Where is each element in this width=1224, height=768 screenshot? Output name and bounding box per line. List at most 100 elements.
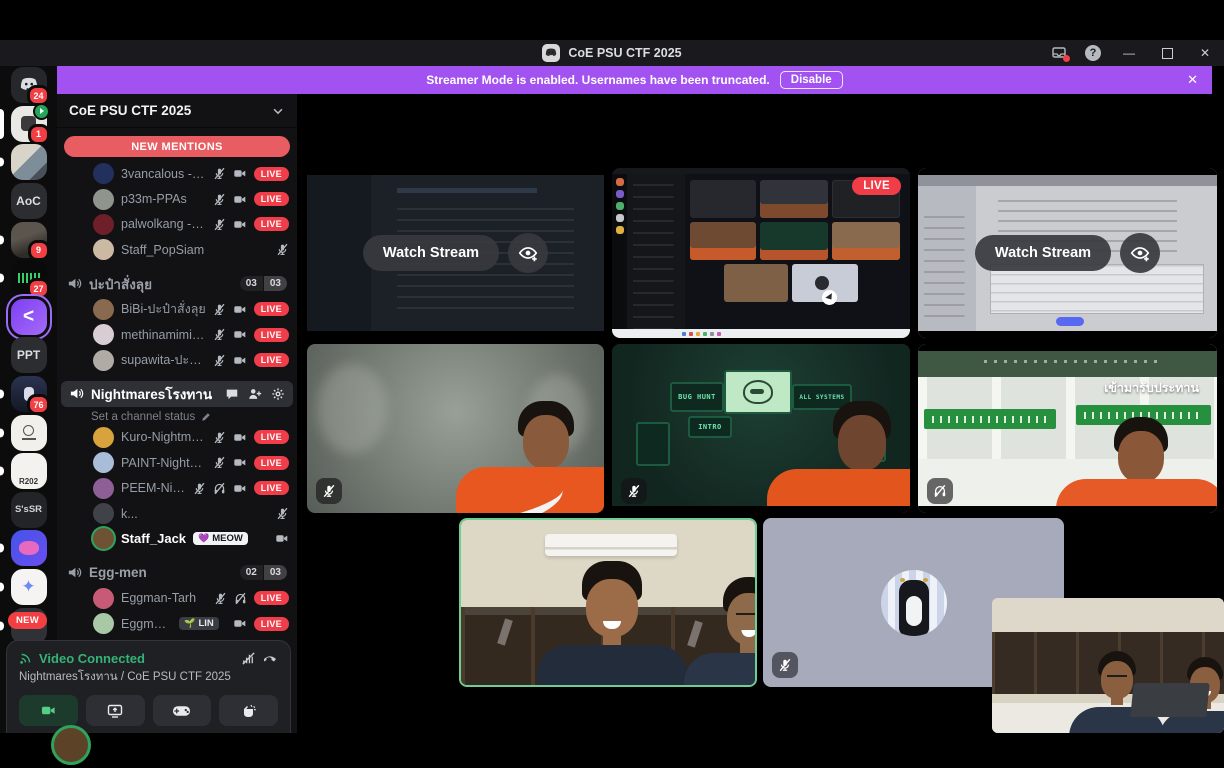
server-item-r202[interactable]: R202 — [0, 452, 57, 491]
server-item-ssr[interactable]: S'sSR — [0, 491, 57, 530]
voice-member-row[interactable]: Kuro-Nightmares... LIVE — [57, 425, 297, 450]
help-icon[interactable]: ? — [1076, 40, 1110, 66]
server-item-aoc[interactable]: AoC — [0, 182, 57, 221]
server-item-purple-k[interactable]: < — [0, 298, 57, 337]
unread-dot — [0, 583, 4, 592]
preview-stream-icon[interactable] — [1120, 233, 1160, 273]
screen-share-button[interactable] — [86, 695, 145, 726]
server-item-coe-psu-ctf[interactable]: 1 — [0, 105, 57, 144]
voice-member-row[interactable]: Eggmen-Pluem 🌱LIN LIVE — [57, 611, 297, 636]
server-item-home[interactable]: 24 — [0, 66, 57, 105]
server-item-doodle[interactable] — [0, 413, 57, 452]
server-item-pixel[interactable]: 27 — [0, 259, 57, 298]
voice-member-row[interactable]: palwolkang - PPAs LIVE — [57, 212, 297, 237]
stream-tile-live-share[interactable]: LIVE — [612, 168, 910, 338]
avatar — [93, 613, 114, 634]
stream-tile-dark-share[interactable]: Watch Stream — [307, 168, 604, 338]
member-name: Eggmen-Pluem — [121, 617, 172, 631]
channel-name: Nightmaresโรงทาน — [91, 383, 218, 405]
soundboard-button[interactable] — [219, 695, 278, 726]
member-name: Kuro-Nightmares... — [121, 430, 206, 444]
new-mentions-pill[interactable]: NEW MENTIONS — [64, 136, 290, 157]
unread-badge: 27 — [27, 278, 49, 299]
voice-member-row[interactable]: methinamimi - ปะ... LIVE — [57, 322, 297, 347]
close-button[interactable]: ✕ — [1186, 40, 1224, 66]
live-badge: LIVE — [254, 430, 289, 444]
inbox-notification-dot — [1063, 55, 1070, 62]
avatar — [93, 452, 114, 473]
server-item-photos[interactable] — [0, 143, 57, 182]
pencil-icon — [201, 412, 211, 422]
channel-user-count: 0203 — [240, 565, 287, 580]
laptop — [1130, 683, 1210, 717]
camera-tile-member-1[interactable] — [307, 344, 604, 513]
server-header[interactable]: CoE PSU CTF 2025 — [57, 94, 297, 128]
mic-muted-badge — [621, 478, 647, 504]
mic-muted-icon — [213, 193, 226, 206]
mic-muted-icon — [213, 431, 226, 444]
member-name: PEEM-Nightm... — [121, 481, 186, 495]
voice-status-panel: Video Connected Nightmaresโรงทาน / CoE P… — [6, 640, 291, 733]
activities-button[interactable] — [153, 695, 212, 726]
voice-member-row[interactable]: Eggman-Tarh LIVE — [57, 586, 297, 611]
member-name: k... — [121, 507, 269, 521]
member-name: Staff_Jack — [121, 531, 186, 546]
voice-channel-nightmares[interactable]: Nightmaresโรงทาน — [61, 381, 293, 407]
chevron-down-icon — [271, 104, 285, 118]
voice-member-row[interactable]: BiBi-ปะป๋าสั่งลุย LIVE — [57, 297, 297, 322]
banner-message: Streamer Mode is enabled. Usernames have… — [426, 73, 769, 87]
watch-stream-button[interactable]: Watch Stream — [363, 235, 499, 271]
disconnect-icon[interactable] — [262, 650, 278, 666]
cat-avatar — [881, 570, 947, 636]
streaming-indicator — [33, 103, 50, 120]
picture-in-picture-camera[interactable] — [992, 598, 1224, 733]
member-name: 3vancalous - PPAs — [121, 167, 206, 181]
unread-dot — [0, 621, 4, 630]
voice-member-row[interactable]: Staff_PopSiam — [57, 237, 297, 262]
mic-muted-icon — [213, 354, 226, 367]
stream-tile-light-share[interactable]: Watch Stream — [918, 168, 1217, 338]
camera-tile-member-2[interactable]: BUG HUNT ALL SYSTEMS INTRO — [612, 344, 910, 513]
unread-dot — [0, 428, 4, 437]
open-chat-icon[interactable] — [225, 387, 239, 401]
camera-tile-member-3[interactable]: เข้ามารับประทาน — [918, 344, 1217, 513]
voice-member-row[interactable]: PEEM-Nightm... LIVE — [57, 476, 297, 501]
watch-stream-button[interactable]: Watch Stream — [975, 235, 1111, 271]
camera-toggle-button[interactable] — [19, 695, 78, 726]
inbox-icon[interactable] — [1042, 40, 1076, 66]
minimize-button[interactable]: — — [1110, 40, 1148, 66]
invite-members-icon[interactable] — [248, 387, 262, 401]
unread-dot — [0, 235, 4, 244]
voice-channel-eggmen[interactable]: Egg-men 0203 — [57, 560, 297, 586]
server-item-hoodie[interactable]: 9 — [0, 220, 57, 259]
server-item-music[interactable]: 76 — [0, 375, 57, 414]
camera-icon — [233, 482, 247, 495]
server-item-sparkle[interactable]: ✦ — [0, 568, 57, 607]
member-tag: 💜MEOW — [193, 532, 248, 545]
server-item-ppt[interactable]: PPT — [0, 336, 57, 375]
mic-muted-icon — [213, 167, 226, 180]
voice-member-row[interactable]: p33m-PPAs LIVE — [57, 186, 297, 211]
noise-suppression-icon[interactable] — [241, 651, 256, 666]
banner-close-icon[interactable]: ✕ — [1187, 72, 1198, 88]
voice-member-row[interactable]: Staff_Jack 💜MEOW — [57, 526, 297, 551]
preview-stream-icon[interactable] — [508, 233, 548, 273]
voice-member-row[interactable]: 3vancalous - PPAs LIVE — [57, 161, 297, 186]
camera-tile-speaking[interactable] — [459, 518, 757, 687]
avatar — [93, 324, 114, 345]
maximize-button[interactable] — [1148, 40, 1186, 66]
voice-channel-papa[interactable]: ปะป๋าสั่งลุย 0303 — [57, 271, 297, 297]
disable-streamer-mode-button[interactable]: Disable — [780, 71, 843, 89]
voice-member-row[interactable]: supawita-ปะป๋าสั่ง... LIVE — [57, 347, 297, 372]
webcam-scene: เข้ามารับประทาน — [918, 344, 1217, 513]
live-badge: LIVE — [254, 167, 289, 181]
camera-icon — [233, 167, 247, 180]
avatar — [93, 239, 114, 260]
channel-settings-icon[interactable] — [271, 387, 285, 401]
voice-member-row[interactable]: PAINT-Nightmare... LIVE — [57, 450, 297, 475]
voice-member-row[interactable]: k... — [57, 501, 297, 526]
streamer-mode-banner: Streamer Mode is enabled. Usernames have… — [57, 66, 1212, 94]
person — [456, 393, 605, 513]
server-item-axolotl[interactable] — [0, 529, 57, 568]
channel-status-row[interactable]: Set a channel status — [57, 407, 297, 425]
